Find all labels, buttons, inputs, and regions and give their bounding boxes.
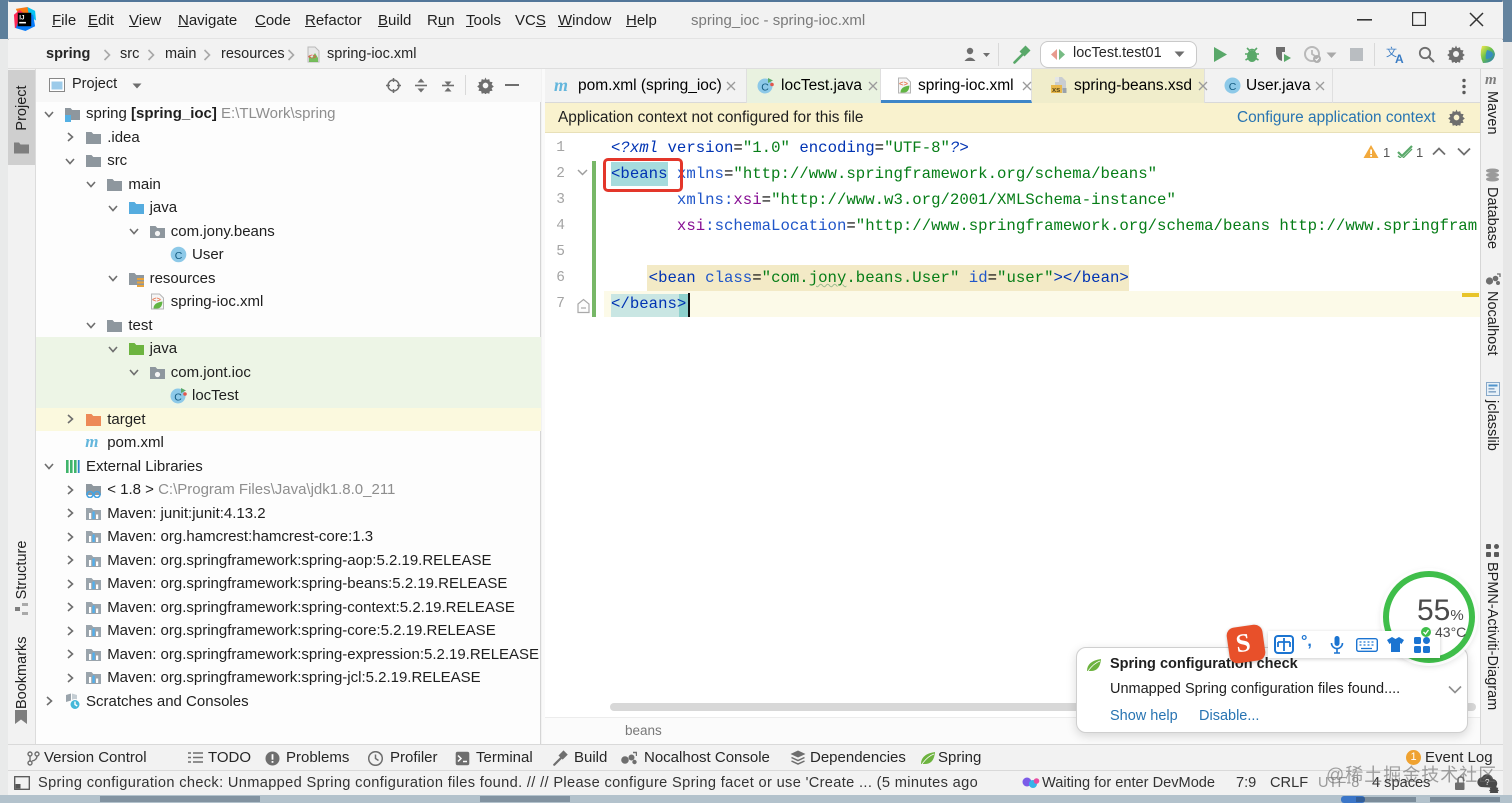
svg-text:xs: xs — [1052, 85, 1060, 94]
svg-text:C: C — [174, 392, 182, 404]
svg-text:C: C — [1229, 81, 1237, 93]
svg-text:C: C — [761, 82, 769, 94]
svg-text:IJ: IJ — [19, 15, 25, 22]
svg-text:A: A — [1395, 52, 1404, 64]
svg-text:<>: <> — [308, 54, 316, 62]
svg-text:C: C — [175, 250, 183, 262]
